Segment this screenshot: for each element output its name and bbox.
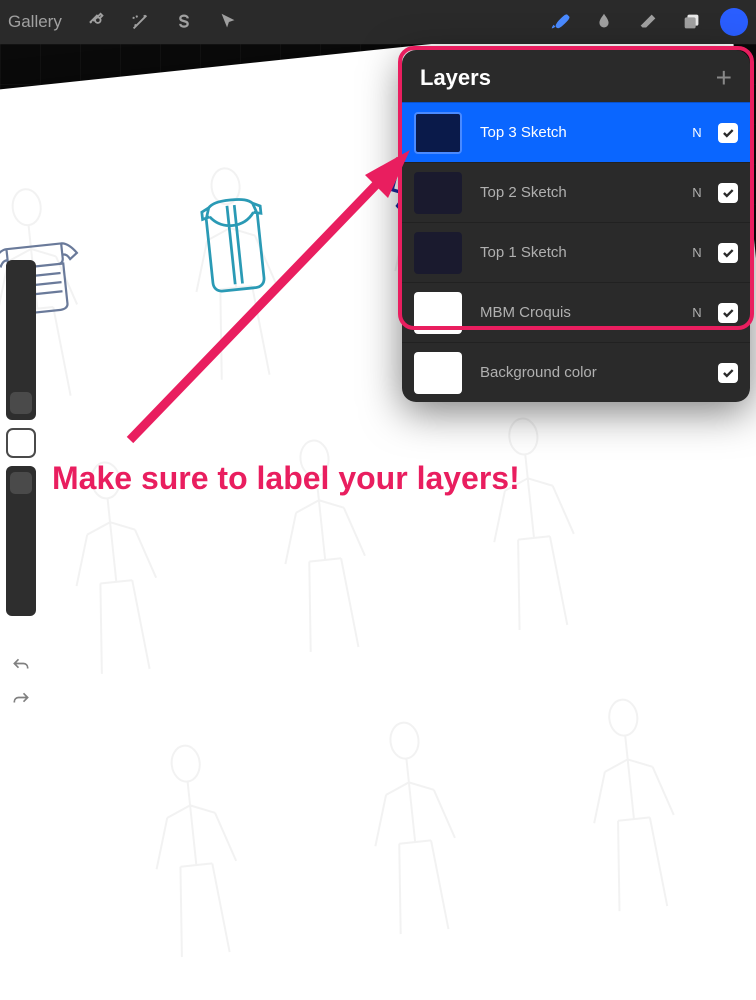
- redo-button[interactable]: [10, 689, 32, 711]
- layer-blend-mode[interactable]: N: [690, 305, 704, 320]
- selection-s-icon[interactable]: [166, 4, 202, 40]
- layer-thumbnail: [414, 112, 462, 154]
- layer-visibility-checkbox[interactable]: [718, 183, 738, 203]
- add-layer-button[interactable]: +: [716, 64, 732, 92]
- layer-visibility-checkbox[interactable]: [718, 303, 738, 323]
- undo-button[interactable]: [10, 655, 32, 677]
- color-swatch[interactable]: [720, 8, 748, 36]
- layer-visibility-checkbox[interactable]: [718, 123, 738, 143]
- brush-opacity-slider[interactable]: [6, 466, 36, 616]
- layer-row[interactable]: Top 1 Sketch N: [402, 222, 750, 282]
- layer-thumbnail: [414, 172, 462, 214]
- layers-panel-title: Layers: [420, 65, 491, 91]
- actions-wrench-icon[interactable]: [78, 4, 114, 40]
- layers-panel: Layers + Top 3 Sketch N Top 2 Sketch N T…: [402, 50, 750, 402]
- modify-button[interactable]: [6, 428, 36, 458]
- layers-icon[interactable]: [674, 4, 710, 40]
- layer-row[interactable]: Top 2 Sketch N: [402, 162, 750, 222]
- move-cursor-icon[interactable]: [210, 4, 246, 40]
- layer-visibility-checkbox[interactable]: [718, 243, 738, 263]
- layer-thumbnail: [414, 352, 462, 394]
- top-toolbar: Gallery: [0, 0, 756, 44]
- layer-row[interactable]: Background color: [402, 342, 750, 402]
- brush-size-slider[interactable]: [6, 260, 36, 420]
- layer-blend-mode[interactable]: N: [690, 125, 704, 140]
- layer-thumbnail: [414, 292, 462, 334]
- smudge-icon[interactable]: [586, 4, 622, 40]
- left-controls: [6, 260, 38, 620]
- eraser-icon[interactable]: [630, 4, 666, 40]
- layer-name-label: Top 3 Sketch: [480, 124, 690, 141]
- layer-name-label: Top 2 Sketch: [480, 184, 690, 201]
- gallery-button[interactable]: Gallery: [8, 12, 62, 32]
- layer-visibility-checkbox[interactable]: [718, 363, 738, 383]
- adjustments-wand-icon[interactable]: [122, 4, 158, 40]
- layer-name-label: Top 1 Sketch: [480, 244, 690, 261]
- layer-thumbnail: [414, 232, 462, 274]
- layer-name-label: Background color: [480, 364, 690, 381]
- layer-blend-mode[interactable]: N: [690, 245, 704, 260]
- layer-name-label: MBM Croquis: [480, 304, 690, 321]
- brush-icon[interactable]: [542, 4, 578, 40]
- layer-blend-mode[interactable]: N: [690, 185, 704, 200]
- layer-row[interactable]: MBM Croquis N: [402, 282, 750, 342]
- layer-row[interactable]: Top 3 Sketch N: [402, 102, 750, 162]
